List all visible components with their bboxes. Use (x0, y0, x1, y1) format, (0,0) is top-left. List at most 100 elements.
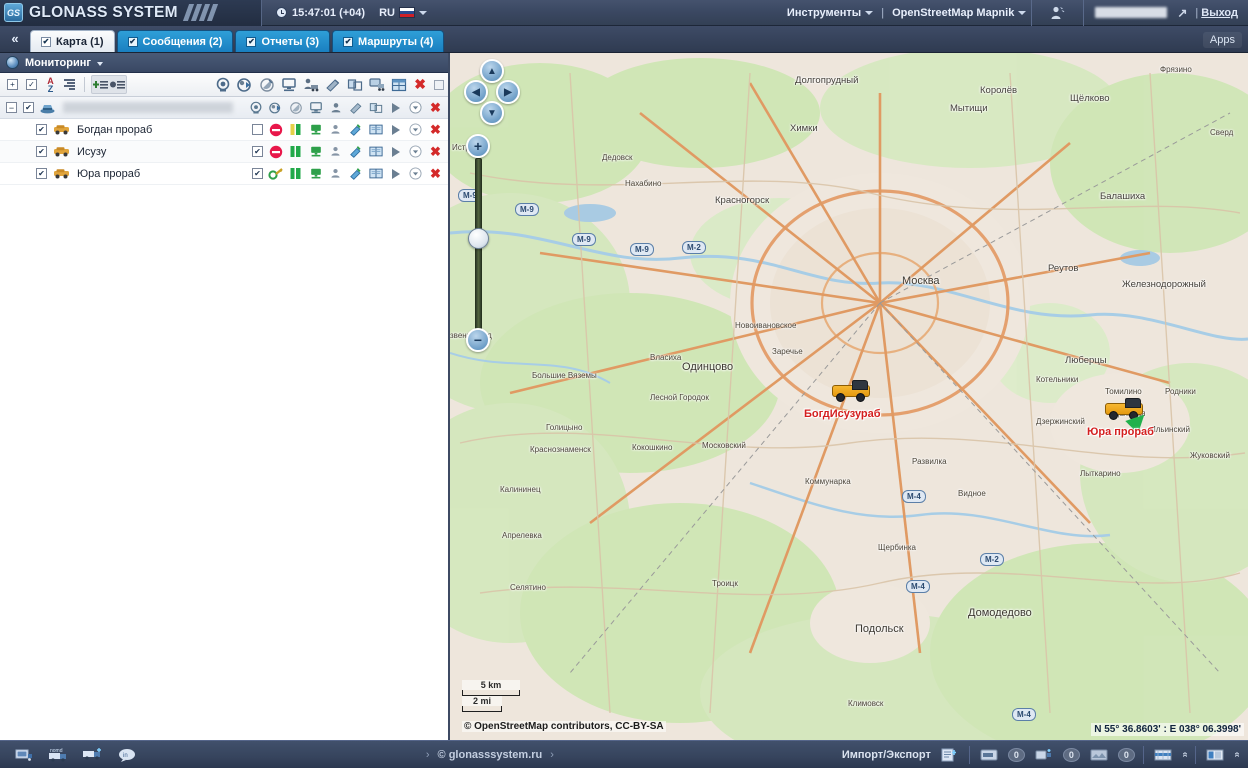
book-open-icon[interactable] (368, 144, 383, 159)
tree-item-row[interactable]: ✔ Юра прораб ✔ ✖ (0, 163, 448, 185)
sort-az-button[interactable]: AZ (42, 76, 59, 93)
fuel-sensor-icon[interactable] (348, 166, 363, 181)
caret-down-icon[interactable] (96, 62, 103, 66)
site-label[interactable]: © glonasssystem.ru (438, 749, 543, 761)
tree-group-row[interactable]: − ✔ ✖ (0, 97, 448, 119)
map-marker-yura[interactable]: Юра прораб (1087, 398, 1154, 438)
group-checkbox[interactable]: ✔ (23, 102, 34, 113)
filter-item-button[interactable] (109, 76, 126, 93)
copy-icon[interactable] (368, 100, 383, 115)
timeline-panel-icon[interactable] (1152, 746, 1174, 764)
delete-icon[interactable]: ✖ (428, 122, 443, 137)
delete-icon[interactable]: ✖ (428, 166, 443, 181)
zoom-out-button[interactable]: − (466, 328, 490, 352)
monitor-green-icon[interactable] (308, 122, 323, 137)
vehicle-list-icon[interactable] (14, 746, 36, 764)
user-account[interactable]: ↗ (1084, 6, 1192, 20)
vehicle-second-checkbox[interactable]: ✔ (252, 168, 263, 179)
tab-reports[interactable]: ✔ Отчеты (3) (235, 30, 331, 52)
delete-icon[interactable]: ✖ (428, 144, 443, 159)
fuel-sensor-icon[interactable] (348, 144, 363, 159)
timeline-panel-toggle[interactable]: « (1179, 752, 1190, 758)
play-icon[interactable] (388, 122, 403, 137)
key-green-icon[interactable] (268, 166, 283, 181)
import-export-label[interactable]: Импорт/Экспорт (842, 749, 931, 761)
group-view-button[interactable] (61, 76, 78, 93)
fuel-sensor-icon[interactable] (323, 76, 342, 93)
apps-button[interactable]: Apps (1202, 32, 1242, 48)
resize-corner-icon[interactable] (434, 79, 444, 90)
no-entry-icon[interactable] (268, 122, 283, 137)
driver-icon[interactable] (328, 144, 343, 159)
signal-bars-icon[interactable] (288, 166, 303, 181)
pan-up-button[interactable]: ▲ (480, 59, 504, 83)
command-icon[interactable] (268, 100, 283, 115)
camera-icon[interactable] (248, 100, 263, 115)
truck-screen-icon[interactable] (367, 76, 386, 93)
message-bubble-icon[interactable]: in (116, 746, 138, 764)
tree-item-row[interactable]: ✔ Исузу ✔ ✖ (0, 141, 448, 163)
dropdown-icon[interactable] (408, 166, 423, 181)
driver-icon[interactable] (328, 100, 343, 115)
book-open-icon[interactable] (368, 166, 383, 181)
zoom-in-button[interactable]: + (466, 134, 490, 158)
expand-arrow-icon[interactable]: ↗ (1177, 6, 1187, 20)
pan-left-button[interactable]: ◀ (464, 80, 488, 104)
pan-down-button[interactable]: ▼ (480, 101, 504, 125)
driver-icon[interactable] (328, 122, 343, 137)
map-marker-group[interactable]: БогдИсузураб (804, 380, 881, 420)
import-export-icon[interactable] (939, 746, 961, 764)
blocks-panel-toggle[interactable]: « (1232, 752, 1243, 758)
zoom-slider-handle[interactable] (468, 228, 489, 249)
delete-all-button[interactable]: ✖ (411, 76, 429, 93)
group-collapse-toggle[interactable]: − (6, 102, 17, 113)
no-entry-icon[interactable] (268, 144, 283, 159)
vehicle-second-checkbox[interactable]: ✔ (252, 146, 263, 157)
truck-marker-icon[interactable] (832, 380, 870, 402)
tab-map[interactable]: ✔ Карта (1) (30, 30, 115, 52)
vehicle-checkbox[interactable]: ✔ (36, 168, 47, 179)
notification-counter-icon[interactable] (1033, 746, 1055, 764)
camera-monitor-icon[interactable] (213, 76, 232, 93)
dropdown-icon[interactable] (408, 122, 423, 137)
table-grid-icon[interactable] (389, 76, 408, 93)
driver-icon[interactable] (328, 166, 343, 181)
language-selector[interactable]: RU (379, 7, 437, 19)
tab-routes[interactable]: ✔ Маршруты (4) (332, 30, 445, 52)
book-open-icon[interactable] (368, 122, 383, 137)
vehicle-checkbox[interactable]: ✔ (36, 124, 47, 135)
dropdown-icon[interactable] (408, 144, 423, 159)
message-counter-icon[interactable] (978, 746, 1000, 764)
play-icon[interactable] (388, 166, 403, 181)
play-icon[interactable] (388, 144, 403, 159)
vehicle-second-checkbox[interactable] (252, 124, 263, 135)
satellite-antenna-icon[interactable] (257, 76, 276, 93)
user-settings-button[interactable] (1032, 6, 1083, 20)
pan-right-button[interactable]: ▶ (496, 80, 520, 104)
vehicle-add-icon[interactable] (82, 746, 104, 764)
tools-menu[interactable]: Инструменты (782, 7, 878, 19)
map-source-menu[interactable]: OpenStreetMap Mapnik (887, 7, 1031, 19)
monitor-screen-icon[interactable] (279, 76, 298, 93)
panel-header[interactable]: Мониторинг (0, 53, 448, 73)
collapse-panel-button[interactable]: « (0, 25, 30, 52)
expand-all-button[interactable]: + (4, 76, 21, 93)
map-attribution[interactable]: © OpenStreetMap contributors, CC-BY-SA (462, 721, 666, 732)
brand-logo[interactable]: GS GLONASS SYSTEM (0, 0, 262, 26)
event-counter-icon[interactable] (1088, 746, 1110, 764)
monitor-icon[interactable] (308, 100, 323, 115)
antenna-icon[interactable] (288, 100, 303, 115)
add-item-button[interactable] (92, 76, 109, 93)
signal-bars-icon[interactable] (288, 144, 303, 159)
tab-messages[interactable]: ✔ Сообщения (2) (116, 30, 234, 52)
tree-item-row[interactable]: ✔ Богдан прораб ✖ (0, 119, 448, 141)
delete-icon[interactable]: ✖ (428, 100, 443, 115)
fuel-icon[interactable] (348, 100, 363, 115)
signal-bars-icon[interactable] (288, 122, 303, 137)
select-all-button[interactable]: ✓ (23, 76, 40, 93)
fuel-sensor-icon[interactable] (348, 122, 363, 137)
windows-copy-icon[interactable] (345, 76, 364, 93)
dropdown-icon[interactable] (408, 100, 423, 115)
play-icon[interactable] (388, 100, 403, 115)
monitor-green-icon[interactable] (308, 166, 323, 181)
